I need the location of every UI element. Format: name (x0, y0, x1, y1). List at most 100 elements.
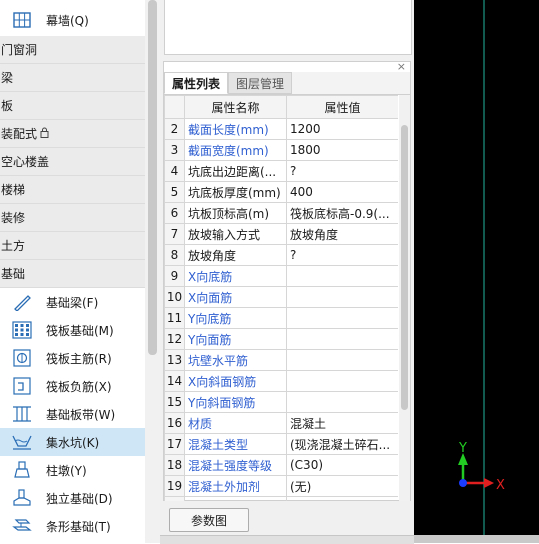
property-value[interactable]: 1200 (286, 118, 398, 140)
tree-category-label: 装配式 (1, 127, 38, 141)
tree-category-hollow-floor[interactable]: 空心楼盖 (0, 148, 145, 176)
tree-item-sump-pit[interactable]: 集水坑(K) (0, 428, 145, 456)
property-value[interactable]: (C30) (286, 454, 398, 476)
property-name: Y向面筋 (184, 328, 287, 350)
tree-category-foundation[interactable]: 基础 (0, 260, 145, 288)
property-value[interactable] (286, 286, 398, 308)
property-row[interactable]: 3 截面宽度(mm) 1800 (164, 139, 398, 161)
property-row[interactable]: 10 X向面筋 (164, 286, 398, 308)
property-row[interactable]: 20泵送类型(混凝土泵) (164, 496, 398, 501)
column-header-index (164, 95, 185, 119)
tree-item-column-pier[interactable]: 柱墩(Y) (0, 456, 145, 484)
property-scrollbar[interactable] (399, 95, 410, 501)
property-value[interactable]: (现浇混凝土碎石... (286, 433, 398, 455)
origin-marker (459, 479, 467, 487)
property-value[interactable]: 放坡角度 (286, 223, 398, 245)
property-row[interactable]: 8 放坡角度? (164, 244, 398, 266)
row-index: 15 (164, 391, 185, 413)
tree-category-openings[interactable]: 门窗洞 (0, 36, 145, 64)
property-list-frame: × 属性列表 图层管理 属性名称 属性值 2 截面长度(mm) 1200 3 截面宽度(… (163, 60, 411, 501)
tree-category-beam[interactable]: 梁 (0, 64, 145, 92)
tree-scrollbar[interactable] (145, 0, 160, 543)
row-index: 3 (164, 139, 185, 161)
tree-item-curtain-wall[interactable]: 幕墙(Q) (0, 6, 145, 34)
tree-item-foundation-beam[interactable]: 基础梁(F) (0, 288, 145, 316)
row-index: 19 (164, 475, 185, 497)
tree-item-strip-footing[interactable]: 条形基础(T) (0, 512, 145, 540)
tree-item-raft-foundation[interactable]: 筏板基础(M) (0, 316, 145, 344)
tree-item-label: 幕墙(Q) (46, 13, 89, 28)
tree-category-label: 装修 (1, 211, 26, 225)
property-row[interactable]: 5 坑底板厚度(mm) 400 (164, 181, 398, 203)
tree-category-label: 楼梯 (1, 183, 26, 197)
tree-category-stairs[interactable]: 楼梯 (0, 176, 145, 204)
property-row[interactable]: 2 截面长度(mm) 1200 (164, 118, 398, 140)
tree-item-label: 独立基础(D) (46, 491, 113, 506)
foundation-strip-icon (13, 406, 31, 422)
property-row[interactable]: 17 混凝土类型 (现浇混凝土碎石... (164, 433, 398, 455)
property-name: X向面筋 (184, 286, 287, 308)
property-value[interactable] (286, 265, 398, 287)
property-name: 混凝土类型 (184, 433, 287, 455)
tab-layer-management[interactable]: 图层管理 (228, 72, 293, 94)
property-grid: 属性名称 属性值 2 截面长度(mm) 1200 3 截面宽度(mm) 1800 4 坑底出边… (164, 95, 398, 501)
tree-category-earthwork[interactable]: 土方 (0, 232, 145, 260)
lock-icon (40, 127, 49, 141)
raft-foundation-icon (12, 321, 32, 339)
property-name: 截面宽度(mm) (184, 139, 287, 161)
viewport-canvas: Y X (458, 0, 505, 535)
tree-category-decoration[interactable]: 装修 (0, 204, 145, 232)
property-row[interactable]: 4 坑底出边距离(...? (164, 160, 398, 182)
tree-item-foundation-strip[interactable]: 基础板带(W) (0, 400, 145, 428)
property-row[interactable]: 14 X向斜面钢筋 (164, 370, 398, 392)
property-name: 坑壁水平筋 (184, 349, 287, 371)
row-index: 7 (164, 223, 185, 245)
row-index: 18 (164, 454, 185, 476)
property-name: 截面长度(mm) (184, 118, 287, 140)
strip-footing-icon (12, 519, 32, 531)
y-axis-label: Y (458, 441, 467, 456)
property-row[interactable]: 12 Y向面筋 (164, 328, 398, 350)
property-row[interactable]: 15 Y向斜面钢筋 (164, 391, 398, 413)
tree-item-label: 集水坑(K) (46, 435, 100, 450)
property-row[interactable]: 19 混凝土外加剂 (无) (164, 475, 398, 497)
tree-scrollbar-thumb[interactable] (148, 0, 157, 355)
property-row[interactable]: 18 混凝土强度等级 (C30) (164, 454, 398, 476)
property-scrollbar-thumb[interactable] (401, 125, 408, 410)
tab-property-list[interactable]: 属性列表 (164, 72, 229, 94)
tree-category-label: 土方 (1, 239, 26, 253)
property-row[interactable]: 11 Y向底筋 (164, 307, 398, 329)
parameter-diagram-button[interactable]: 参数图 (169, 508, 249, 532)
property-value[interactable]: ? (286, 244, 398, 266)
curtain-wall-icon (13, 12, 31, 28)
raft-main-rebar-icon (13, 349, 31, 367)
property-value[interactable]: 筏板底标高-0.9(... (286, 202, 398, 224)
row-index: 14 (164, 370, 185, 392)
tree-item-raft-main-rebar[interactable]: 筏板主筋(R) (0, 344, 145, 372)
property-row[interactable]: 13 坑壁水平筋 (164, 349, 398, 371)
tree-item-isolated-footing[interactable]: 独立基础(D) (0, 484, 145, 512)
tree-category-prefab[interactable]: 装配式 (0, 120, 145, 148)
property-value[interactable]: (混凝土泵) (286, 496, 398, 501)
property-value[interactable]: 400 (286, 181, 398, 203)
row-index: 11 (164, 307, 185, 329)
row-index: 16 (164, 412, 185, 434)
property-value[interactable] (286, 328, 398, 350)
property-row[interactable]: 16 材质 混凝土 (164, 412, 398, 434)
property-value[interactable] (286, 349, 398, 371)
property-value[interactable]: 混凝土 (286, 412, 398, 434)
property-value[interactable] (286, 391, 398, 413)
property-row[interactable]: 6 坑板顶标高(m) 筏板底标高-0.9(... (164, 202, 398, 224)
property-name: 坑底出边距离(... (184, 160, 287, 182)
drawing-viewport[interactable]: Y X (414, 0, 539, 543)
property-value[interactable] (286, 370, 398, 392)
tree-item-raft-negative-rebar[interactable]: 筏板负筋(X) (0, 372, 145, 400)
property-value[interactable]: ? (286, 160, 398, 182)
property-value[interactable]: (无) (286, 475, 398, 497)
property-row[interactable]: 9 X向底筋 (164, 265, 398, 287)
property-row[interactable]: 7 放坡输入方式 放坡角度 (164, 223, 398, 245)
row-index: 6 (164, 202, 185, 224)
property-value[interactable] (286, 307, 398, 329)
tree-category-slab[interactable]: 板 (0, 92, 145, 120)
property-value[interactable]: 1800 (286, 139, 398, 161)
